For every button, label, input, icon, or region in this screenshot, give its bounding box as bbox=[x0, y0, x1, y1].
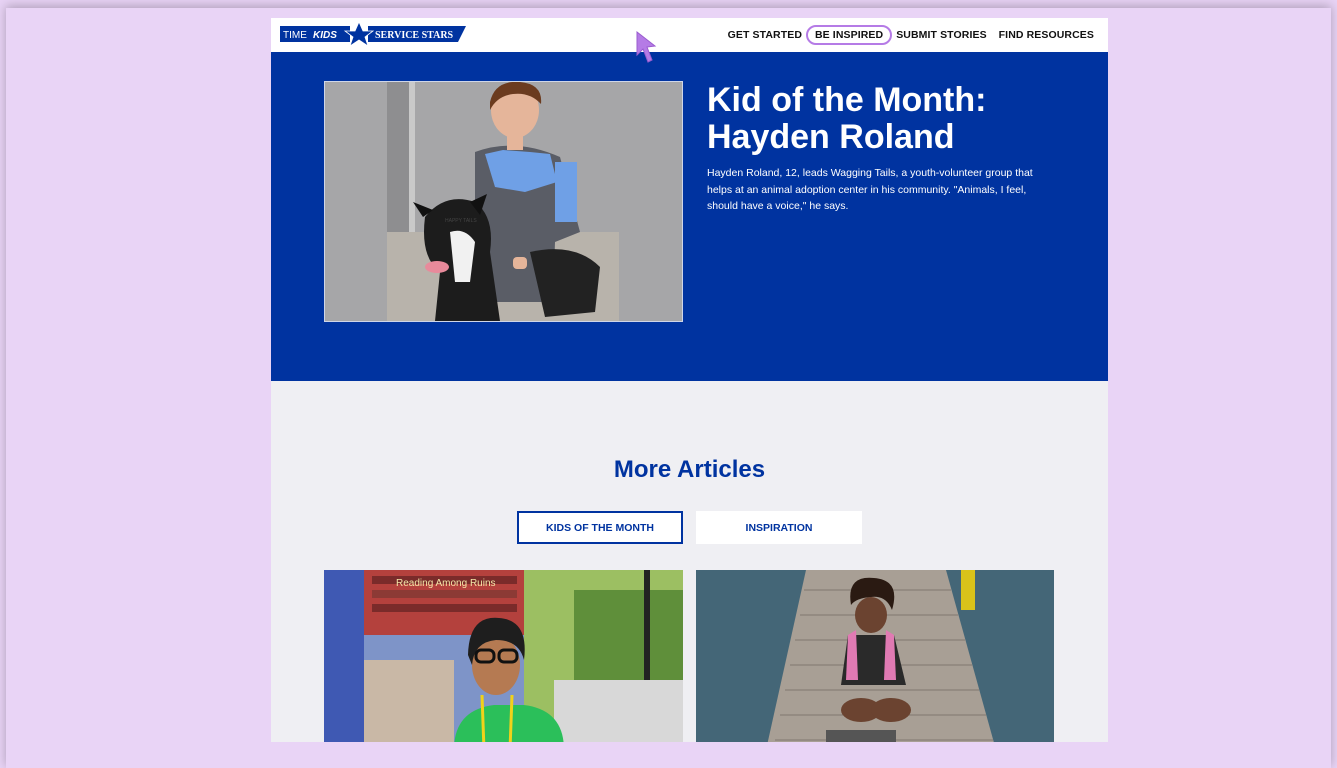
site-header: TIME KIDS SERVICE STARS GET STARTED BE I… bbox=[271, 18, 1108, 52]
more-articles-title: More Articles bbox=[613, 456, 766, 483]
star-icon bbox=[343, 22, 375, 46]
nav-find-resources[interactable]: FIND RESOURCES bbox=[993, 29, 1100, 41]
nav-be-inspired[interactable]: BE INSPIRED bbox=[806, 25, 893, 45]
nav-submit-stories[interactable]: SUBMIT STORIES bbox=[890, 29, 992, 41]
tab-inspiration[interactable]: INSPIRATION bbox=[696, 511, 862, 544]
svg-text:KIDS: KIDS bbox=[313, 30, 337, 41]
hero-photo-boy-with-dog[interactable]: HAPPY TAILS bbox=[324, 81, 683, 322]
time-kids-service-stars-logo[interactable]: TIME KIDS SERVICE STARS bbox=[280, 22, 466, 46]
hero-title-line1: Kid of the Month: bbox=[707, 81, 987, 119]
svg-text:SERVICE STARS: SERVICE STARS bbox=[375, 30, 454, 41]
hero-title: Kid of the Month: Hayden Roland bbox=[707, 82, 1087, 156]
browser-page: TIME KIDS SERVICE STARS GET STARTED BE I… bbox=[271, 18, 1108, 742]
svg-text:Reading Among Ruins: Reading Among Ruins bbox=[396, 578, 496, 589]
hero-title-line2: Hayden Roland bbox=[707, 118, 955, 156]
svg-text:TIME: TIME bbox=[283, 30, 307, 41]
hero-description: Hayden Roland, 12, leads Wagging Tails, … bbox=[707, 167, 1033, 212]
hero-section: HAPPY TAILS Kid of the Month: Hayden Rol… bbox=[271, 52, 1108, 381]
svg-text:HAPPY TAILS: HAPPY TAILS bbox=[445, 218, 477, 224]
tab-kids-of-the-month[interactable]: KIDS OF THE MONTH bbox=[517, 511, 683, 544]
cursor-arrow-icon bbox=[636, 30, 657, 63]
article-card-1[interactable]: Reading Among Ruins bbox=[324, 570, 683, 742]
main-nav: GET STARTED BE INSPIRED SUBMIT STORIES F… bbox=[722, 18, 1100, 52]
nav-get-started[interactable]: GET STARTED bbox=[722, 29, 808, 41]
article-card-2[interactable] bbox=[696, 570, 1054, 742]
